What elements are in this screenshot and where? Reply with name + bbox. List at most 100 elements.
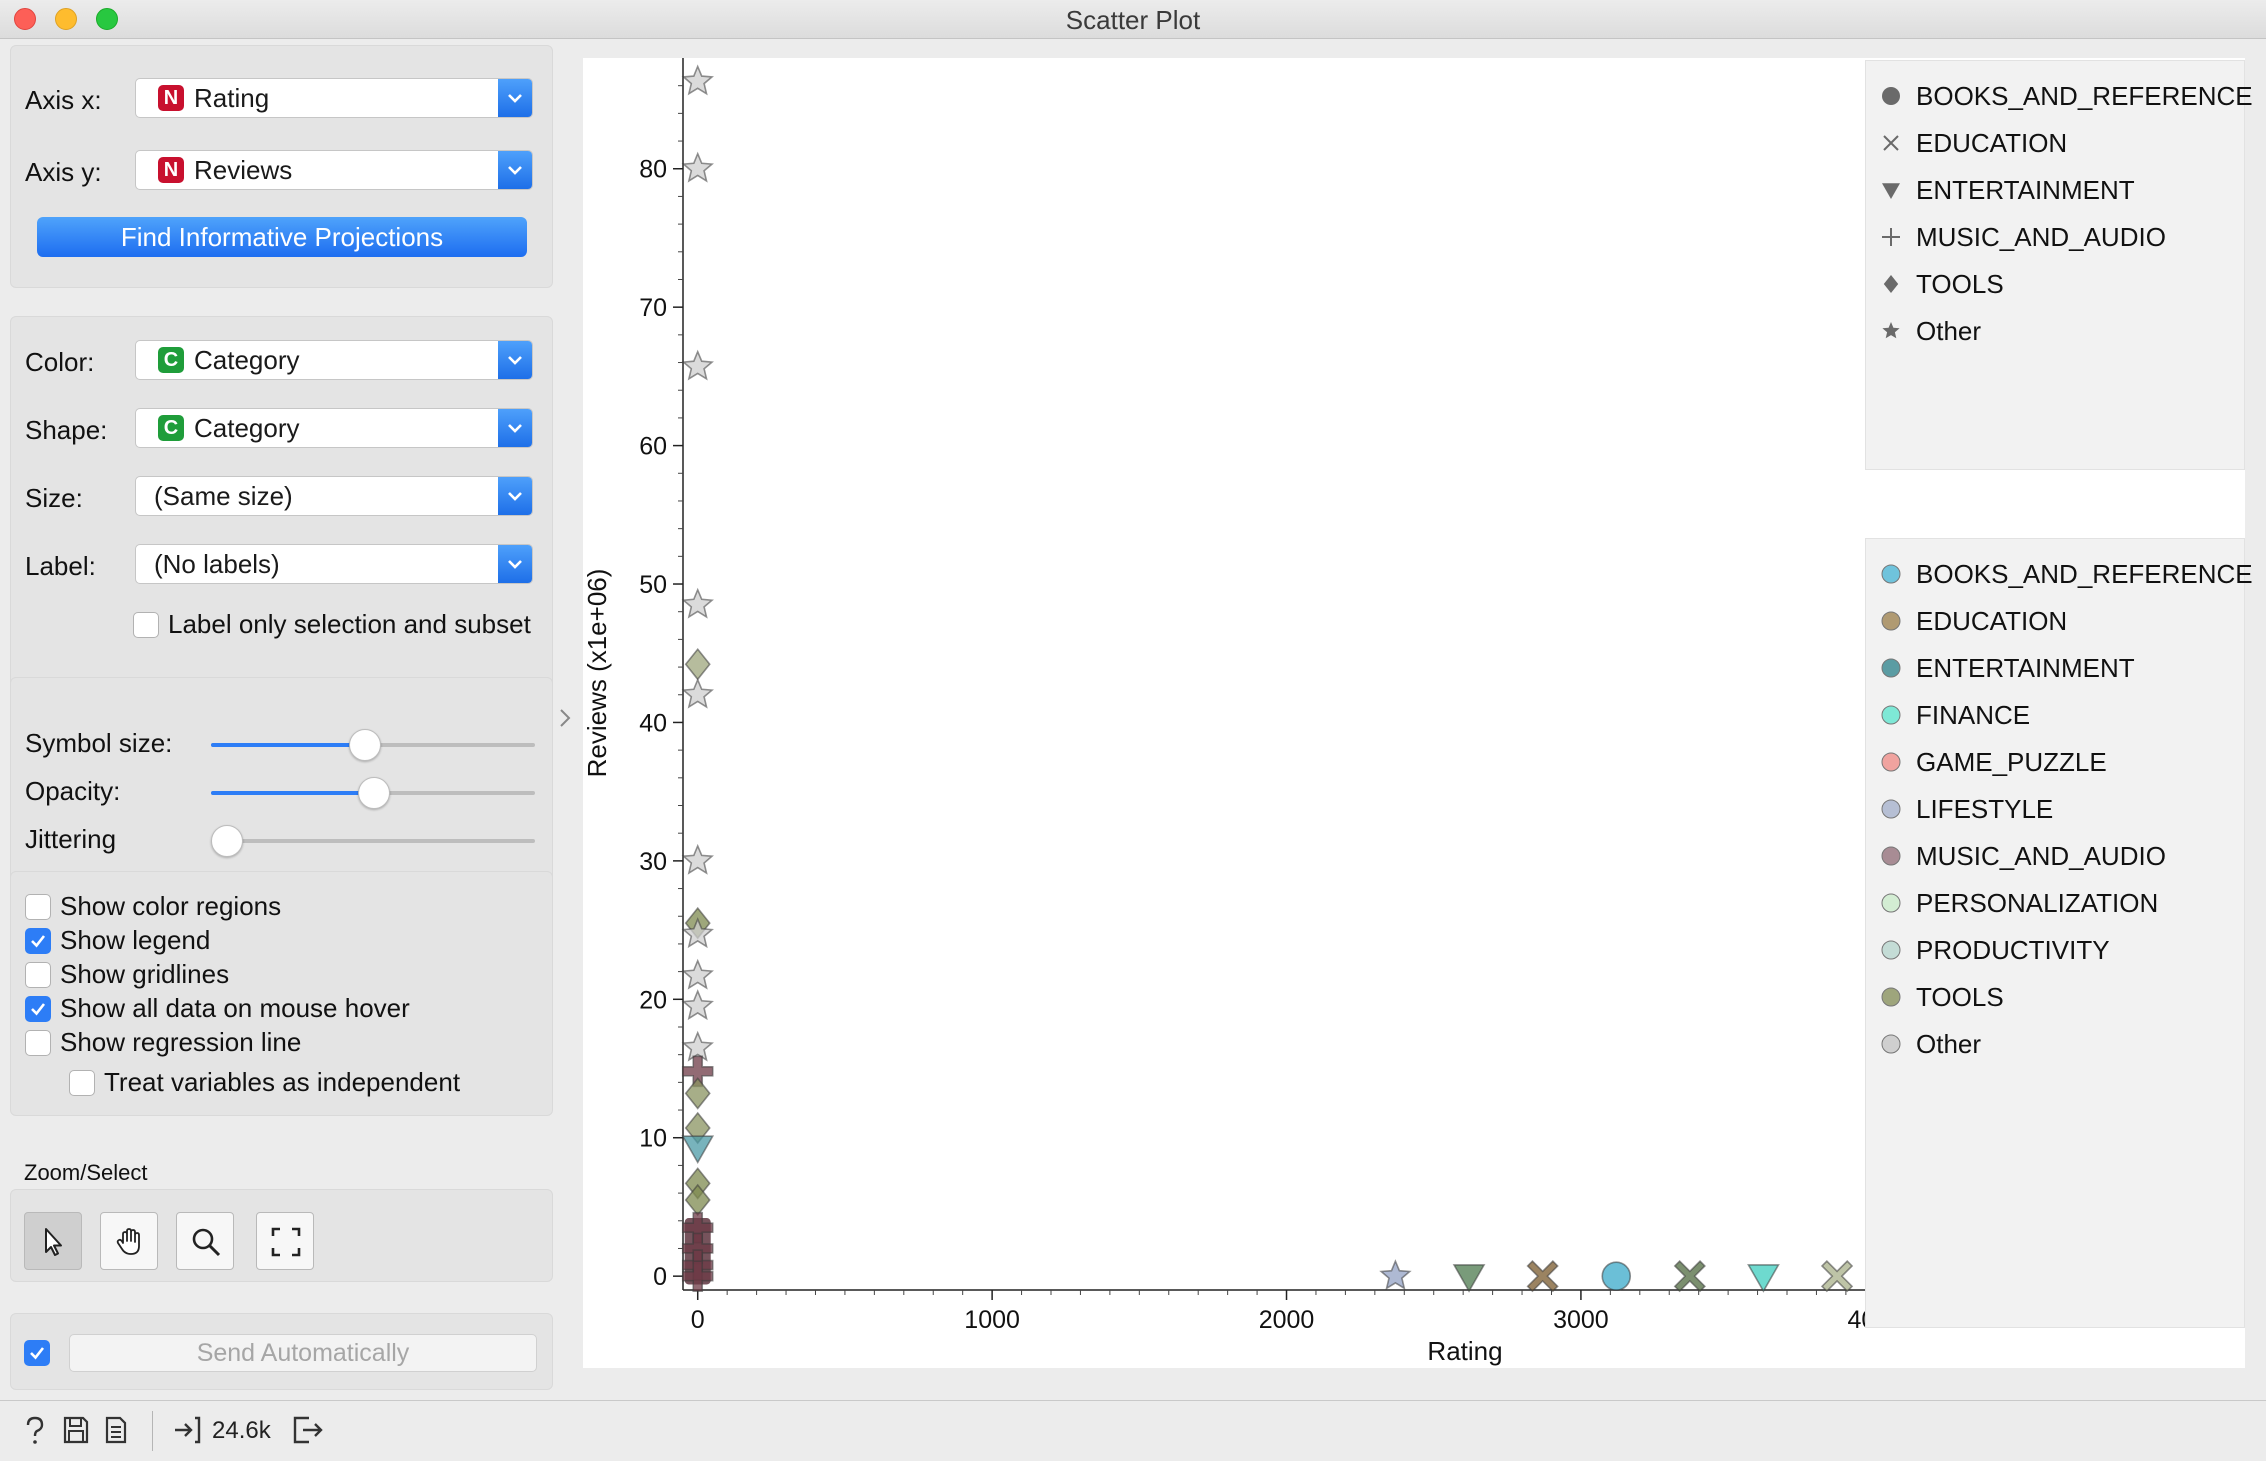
data-point[interactable] [681,64,714,96]
color-value: Category [194,345,300,375]
data-point[interactable] [1601,1261,1632,1291]
plot-area[interactable]: 0100020003000400001020304050607080 Ratin… [583,58,2253,1368]
attributes-box: Color: C Category Shape: C Category Size… [10,316,553,691]
circle-legend-icon [1881,611,1901,631]
diamond-legend-icon [1883,275,1899,293]
show-color-regions-checkbox[interactable] [25,894,51,920]
size-combo[interactable]: (Same size) [135,476,533,516]
data-point[interactable] [684,1077,711,1110]
circle-legend-icon [1881,846,1901,866]
zoom-select-label: Zoom/Select [24,1160,148,1185]
label-only-selection-checkbox[interactable] [133,612,159,638]
show-legend-checkbox[interactable] [25,928,51,954]
data-point[interactable] [684,1183,711,1217]
size-label: Size: [25,483,83,513]
data-point[interactable] [1526,1260,1559,1293]
circle-legend-icon [1881,658,1901,678]
label-combo[interactable]: (No labels) [135,544,533,584]
y-tick-label: 60 [639,433,667,461]
pan-tool-button[interactable] [100,1212,158,1270]
shape-value: Category [194,413,300,443]
status-bar: 24.6k [0,1400,2266,1461]
legend-item-label: TOOLS [1916,982,2004,1012]
shape-label: Shape: [25,415,108,445]
show-gridlines-checkbox[interactable] [25,962,51,988]
axis-x-combo[interactable]: N Rating [135,78,533,118]
x-tick-label: 2000 [1259,1306,1315,1334]
show-regression-line-text: Show regression line [60,1027,302,1057]
opacity-slider[interactable] [211,777,535,809]
send-automatically-checkbox[interactable] [24,1340,50,1366]
data-point[interactable] [1379,1259,1412,1290]
star-legend-icon [1882,322,1900,339]
report-icon[interactable] [104,1415,128,1445]
slider-knob[interactable] [349,729,382,761]
select-tool-button[interactable] [24,1212,82,1270]
data-point[interactable] [681,587,714,619]
send-automatically-button[interactable]: Send Automatically [69,1334,537,1372]
collapse-panel-arrow-icon[interactable] [558,707,572,729]
chevron-down-icon [498,341,532,379]
data-point[interactable] [681,989,714,1021]
slider-knob[interactable] [211,825,243,857]
y-tick-label: 20 [639,986,667,1014]
show-regression-line-checkbox[interactable] [25,1030,51,1056]
show-all-data-checkbox[interactable] [25,996,51,1022]
legend-item-label: Other [1916,316,1982,346]
axis-box: Axis x: N Rating Axis y: N Reviews Find … [10,45,553,288]
slider-knob[interactable] [358,777,390,809]
options-box: Show color regions Show legend Show grid… [10,871,553,1116]
magnifier-icon [192,1228,221,1257]
scatter-plot-window: Scatter Plot Axis x: N Rating Axis y: N … [0,0,2266,1461]
zoom-tool-button[interactable] [176,1212,234,1270]
show-color-regions-text: Show color regions [60,891,282,921]
data-point[interactable] [681,349,714,381]
data-point[interactable] [1747,1264,1780,1293]
chevron-down-icon [498,151,532,189]
legend-item-label: EDUCATION [1916,606,2068,636]
data-point[interactable] [681,843,714,875]
circle-legend-icon [1881,799,1901,819]
data-point[interactable] [1820,1260,1854,1293]
label-label: Label: [25,551,96,581]
output-data-icon[interactable] [292,1415,324,1445]
data-point[interactable] [1452,1264,1486,1293]
jittering-slider[interactable] [211,825,535,857]
symbol-size-slider[interactable] [211,729,535,761]
legend-item-label: MUSIC_AND_AUDIO [1916,841,2166,871]
treat-independent-checkbox[interactable] [69,1070,95,1096]
opacity-label: Opacity: [25,776,121,806]
legend-item-label: TOOLS [1916,269,2004,299]
hand-icon [116,1228,140,1255]
color-combo[interactable]: C Category [135,340,533,380]
find-informative-projections-button[interactable]: Find Informative Projections [37,217,527,257]
data-point[interactable] [1673,1260,1706,1293]
chevron-down-icon [498,79,532,117]
axis-x-label: Axis x: [25,85,102,115]
sliders-box: Symbol size: Opacity: Jittering [10,677,553,881]
axis-y-combo[interactable]: N Reviews [135,150,533,190]
save-icon[interactable] [62,1415,90,1445]
label-only-selection-text: Label only selection and subset [168,609,531,639]
data-point[interactable] [684,648,711,681]
plus-legend-icon [1882,228,1900,246]
numeric-variable-icon: N [158,85,184,111]
legend-item-label: GAME_PUZZLE [1916,747,2107,777]
categorical-variable-icon: C [158,415,184,441]
legend-item-label: PERSONALIZATION [1916,888,2159,918]
data-point[interactable] [681,151,714,183]
shape-combo[interactable]: C Category [135,408,533,448]
y-tick-label: 0 [653,1263,667,1291]
data-point[interactable] [681,1135,715,1165]
data-point[interactable] [681,677,714,709]
legend-item-label: ENTERTAINMENT [1916,653,2135,683]
y-tick-label: 70 [639,294,667,322]
title-bar: Scatter Plot [0,0,2266,39]
circle-legend-icon [1881,987,1901,1007]
x-tick-label: 0 [691,1306,705,1334]
help-icon[interactable] [22,1415,48,1447]
input-data-icon[interactable] [172,1415,202,1445]
circle-legend-icon [1881,752,1901,772]
data-point[interactable] [681,958,714,990]
reset-zoom-button[interactable] [256,1212,314,1270]
